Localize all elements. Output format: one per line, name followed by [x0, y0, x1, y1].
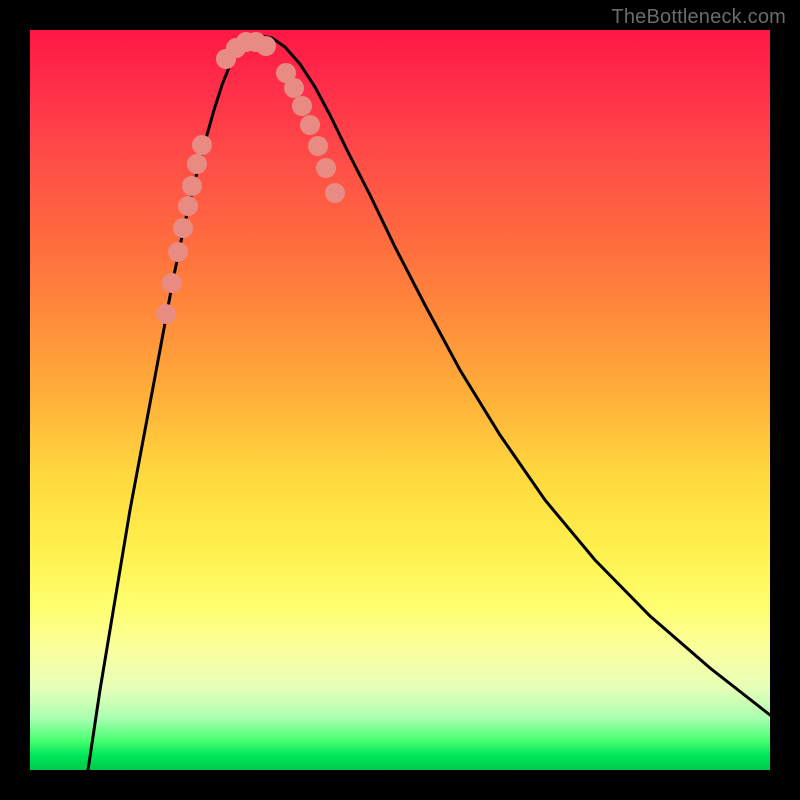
data-point	[182, 176, 202, 196]
watermark-text: TheBottleneck.com	[611, 6, 786, 29]
data-point	[192, 135, 212, 155]
data-point	[173, 218, 193, 238]
data-point	[168, 242, 188, 262]
data-points-group	[156, 32, 345, 324]
data-point	[178, 196, 198, 216]
bottleneck-curve	[88, 36, 770, 770]
data-point	[187, 154, 207, 174]
data-point	[284, 78, 304, 98]
data-point	[292, 96, 312, 116]
data-point	[325, 183, 345, 203]
data-point	[256, 36, 276, 56]
data-point	[156, 304, 176, 324]
data-point	[300, 115, 320, 135]
chart-svg	[30, 30, 770, 770]
data-point	[308, 136, 328, 156]
data-point	[162, 273, 182, 293]
data-point	[316, 158, 336, 178]
